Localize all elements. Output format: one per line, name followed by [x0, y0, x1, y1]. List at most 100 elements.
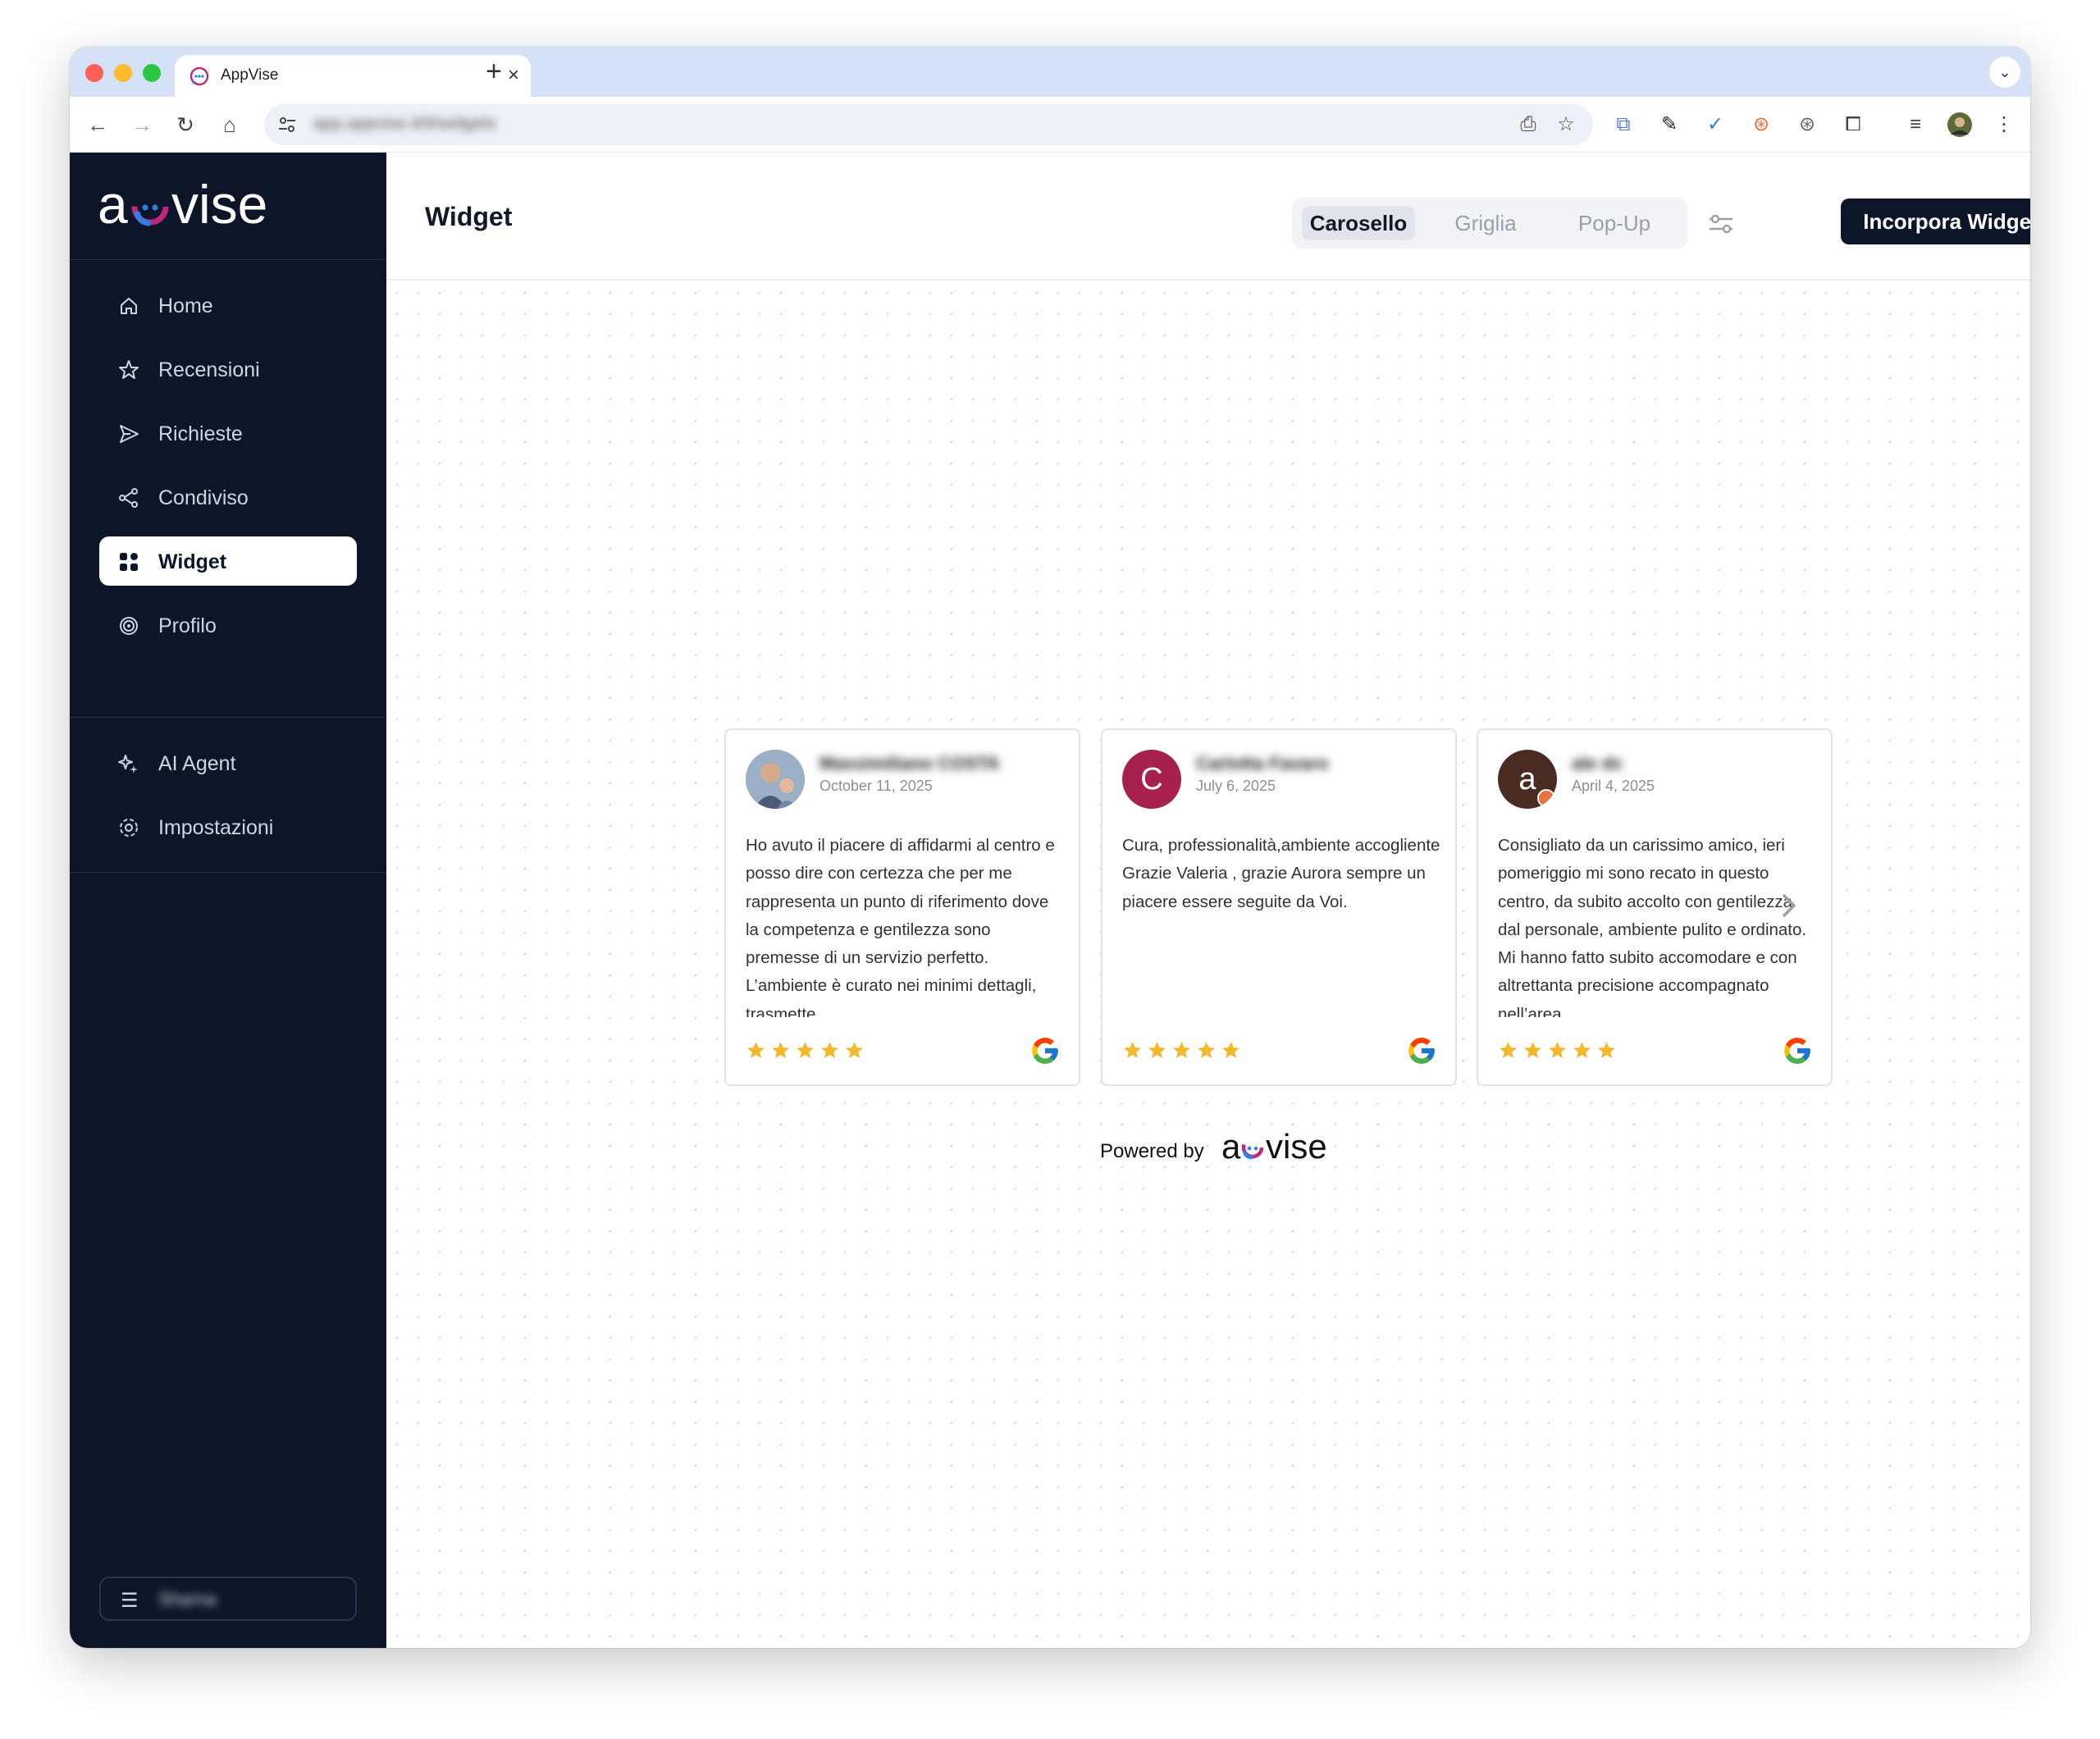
url-text: app.appvise.it/it/widgets [313, 114, 496, 133]
sidebar-item-condiviso[interactable]: Condiviso [99, 472, 357, 522]
sidebar-item-impostazioni[interactable]: Impostazioni [99, 802, 357, 851]
sidebar-item-recensioni[interactable]: Recensioni [99, 345, 357, 394]
translate-extension-icon[interactable]: ⧉ [1609, 110, 1638, 139]
tab-pop-up[interactable]: Pop-Up [1553, 206, 1676, 240]
star-filled-icon [1598, 1042, 1615, 1058]
star-filled-icon [846, 1042, 863, 1058]
extensions-puzzle-icon[interactable]: ⧠ [1838, 110, 1868, 139]
tab-griglia[interactable]: Griglia [1430, 206, 1541, 240]
sidebar-divider [70, 717, 386, 718]
powered-by-label: Powered by [1100, 1140, 1204, 1162]
review-card[interactable]: C Carlotta Favaro July 6, 2025 Cura, pro… [1101, 728, 1457, 1086]
tab-carosello[interactable]: Carosello [1302, 206, 1415, 240]
layout-tabs: Carosello Griglia Pop-Up [1292, 198, 1687, 249]
reload-icon[interactable]: ↻ [169, 108, 202, 141]
share-icon [119, 488, 138, 508]
send-icon [120, 425, 139, 443]
new-tab-button[interactable]: + [477, 55, 510, 88]
tab-title: AppVise [221, 66, 279, 84]
sidebar: a vise Home Recensioni Richieste Condivi… [70, 153, 386, 1648]
svg-text:a: a [1221, 1127, 1241, 1166]
browser-menu-icon[interactable]: ⋮ [1989, 110, 2019, 139]
appvise-footer-logo: a vise [1221, 1127, 1327, 1166]
reading-list-icon[interactable]: ≡ [1901, 110, 1930, 139]
star-filled-icon [1198, 1042, 1215, 1058]
sidebar-divider [70, 872, 386, 873]
sidebar-item-label: Home [158, 294, 213, 317]
browser-window: AppVise × + ⌄ ← → ↻ ⌂ app.appvise.it/it/… [70, 47, 2030, 1648]
tab-search-chevron-icon[interactable]: ⌄ [1989, 57, 2020, 88]
sidebar-item-label: Impostazioni [158, 816, 274, 839]
reviewer-name: ale dc [1572, 753, 1623, 774]
appvise-logo[interactable]: a vise [98, 174, 278, 235]
rating-stars [1498, 1040, 1621, 1065]
minimize-window-button[interactable] [114, 64, 132, 82]
sidebar-item-label: Condiviso [158, 486, 249, 509]
reviewer-avatar: C [1122, 750, 1181, 809]
reviewer-name: Massimiliano COSTA [819, 753, 1000, 774]
google-icon [1784, 1038, 1810, 1064]
svg-text:vise: vise [1266, 1127, 1327, 1166]
sparkle-icon [118, 755, 138, 774]
sidebar-item-widget[interactable]: Widget [99, 536, 357, 586]
review-text: Consigliato da un carissimo amico, ieri … [1498, 836, 1807, 1017]
embed-widget-button[interactable]: Incorpora Widget [1841, 199, 2030, 244]
sidebar-item-label: AI Agent [158, 752, 236, 775]
bookmark-star-icon[interactable]: ☆ [1554, 112, 1578, 137]
appvise-favicon-icon [189, 66, 209, 86]
user-menu-button[interactable]: ☰ Sharna [99, 1577, 357, 1621]
sidebar-item-ai-agent-row[interactable]: AI Agent [99, 738, 357, 787]
main-content: Widget Carosello Griglia Pop-Up Incorpor… [386, 153, 2030, 1648]
sidebar-divider [70, 259, 386, 260]
star-filled-icon [1173, 1042, 1190, 1058]
close-window-button[interactable] [85, 64, 103, 82]
star-filled-icon [821, 1042, 838, 1058]
wordpress-extension-icon[interactable]: ⊛ [1792, 110, 1822, 139]
star-filled-icon [1148, 1042, 1166, 1058]
site-settings-icon[interactable] [276, 113, 299, 136]
eyedropper-extension-icon[interactable]: ✎ [1655, 110, 1684, 139]
review-card[interactable]: Massimiliano COSTA October 11, 2025 Ho a… [724, 728, 1080, 1086]
svg-text:vise: vise [171, 177, 267, 235]
local-guide-badge-icon [1537, 789, 1555, 807]
review-date: April 4, 2025 [1572, 778, 1655, 794]
target-icon [120, 617, 138, 635]
carousel-next-chevron-icon[interactable] [1777, 889, 1801, 922]
review-date: July 6, 2025 [1196, 778, 1276, 794]
grid-icon [120, 553, 138, 571]
star-filled-icon [1124, 1042, 1141, 1058]
star-filled-icon [747, 1042, 765, 1058]
sidebar-item-profilo[interactable]: Profilo [99, 600, 357, 650]
page-header: Widget Carosello Griglia Pop-Up Incorpor… [386, 153, 2030, 281]
browser-toolbar: ← → ↻ ⌂ app.appvise.it/it/widgets ⎙ ☆ ⧉ … [70, 97, 2030, 153]
app-root: a vise Home Recensioni Richieste Condivi… [70, 153, 2030, 1648]
star-filled-icon [1549, 1042, 1566, 1058]
sidebar-item-label: Recensioni [158, 358, 260, 381]
back-arrow-icon[interactable]: ← [81, 108, 114, 141]
forward-arrow-icon[interactable]: → [126, 108, 158, 141]
star-filled-icon [797, 1042, 814, 1058]
settings-sliders-icon[interactable] [1707, 212, 1735, 236]
rating-stars [746, 1040, 869, 1065]
sidebar-item-label: Richieste [158, 422, 243, 445]
profile-avatar[interactable] [1945, 110, 1974, 139]
review-date: October 11, 2025 [819, 778, 933, 794]
google-icon [1032, 1038, 1058, 1064]
review-text: Ho avuto il piacere di affidarmi al cent… [746, 836, 1055, 1017]
tab-strip: AppVise × + ⌄ [70, 47, 2030, 97]
google-icon [1408, 1038, 1435, 1064]
sidebar-item-label: Profilo [158, 614, 217, 637]
wordpress-orange-extension-icon[interactable]: ⊛ [1746, 110, 1776, 139]
svg-text:a: a [98, 177, 128, 235]
sidebar-item-home[interactable]: Home [99, 281, 357, 330]
star-filled-icon [1524, 1042, 1541, 1058]
home-browser-icon[interactable]: ⌂ [213, 108, 246, 141]
install-app-icon[interactable]: ⎙ [1516, 112, 1541, 137]
sidebar-item-richieste[interactable]: Richieste [99, 409, 357, 458]
star-filled-icon [772, 1042, 789, 1058]
address-bar[interactable]: app.appvise.it/it/widgets ⎙ ☆ [264, 104, 1593, 145]
home-icon [121, 298, 137, 314]
reviewer-avatar: a [1498, 750, 1557, 809]
grammar-extension-icon[interactable]: ✓ [1701, 110, 1730, 139]
maximize-window-button[interactable] [143, 64, 161, 82]
